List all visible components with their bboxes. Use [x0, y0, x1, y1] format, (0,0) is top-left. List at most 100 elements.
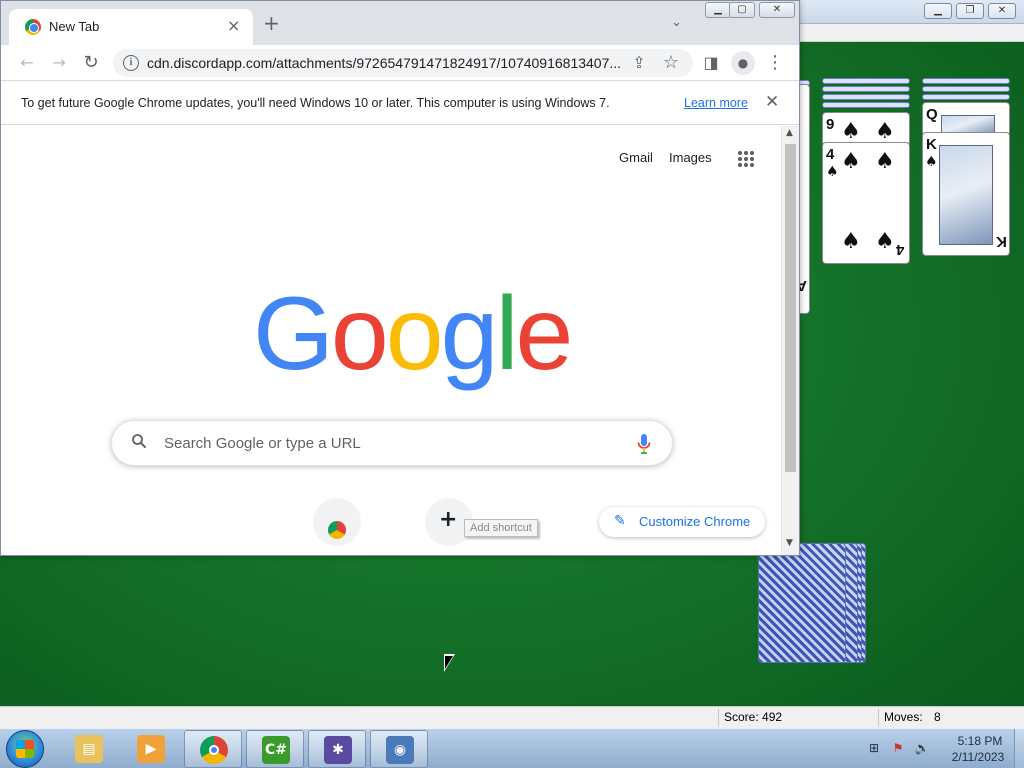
solitaire-titlebar[interactable]: ▁ ❐ ✕ [800, 0, 1024, 24]
plus-icon: + [439, 507, 458, 532]
taskbar-control-panel-button[interactable]: ◉ [370, 730, 428, 768]
add-shortcut-tooltip: Add shortcut [464, 519, 538, 537]
status-divider [718, 709, 719, 727]
reload-button[interactable]: ↻ [79, 51, 103, 75]
update-infobar: To get future Google Chrome updates, you… [1, 81, 799, 125]
show-desktop-button[interactable] [1014, 729, 1024, 768]
minimize-button[interactable]: ▁ [705, 2, 731, 18]
url-text[interactable]: cdn.discordapp.com/attachments/972654791… [147, 55, 621, 71]
google-logo: Google [253, 282, 573, 386]
tab-title: New Tab [49, 19, 100, 34]
king-face-art [939, 145, 993, 245]
windows-taskbar: ▤ ▶ C# ✱ ◉ ⊞ ⚑ 🔈 5:18 PM 2/11/2023 [0, 728, 1024, 768]
scroll-down-arrow-icon[interactable]: ▼ [786, 538, 793, 548]
site-info-icon[interactable]: i [123, 55, 139, 71]
action-center-flag-icon[interactable]: ⚑ [890, 741, 906, 757]
card-rank: 4 [896, 241, 905, 258]
start-button[interactable] [6, 730, 44, 768]
tableau-card-edge[interactable] [822, 78, 910, 84]
clock-date[interactable]: 2/11/2023 [948, 750, 1008, 764]
solitaire-restore-button[interactable]: ❐ [956, 3, 984, 19]
network-icon[interactable]: ⊞ [866, 741, 882, 757]
google-logo-letter: o [385, 276, 444, 392]
forward-button[interactable]: → [47, 51, 71, 75]
side-panel-button[interactable]: ◨ [699, 51, 723, 75]
tableau-card-edge[interactable] [922, 94, 1010, 100]
bookmark-star-button[interactable]: ☆ [659, 51, 683, 75]
google-logo-letter: e [515, 276, 574, 392]
chrome-menu-button[interactable]: ⋮ [763, 51, 787, 75]
taskbar-spider-solitaire-button[interactable]: ✱ [308, 730, 366, 768]
status-divider [878, 709, 879, 727]
tab-strip[interactable]: New Tab × + ⌄ ▁ ▢ ✕ [1, 1, 799, 45]
profile-avatar-button[interactable]: ● [731, 51, 755, 75]
playing-card-four-spades[interactable]: 4 ♠ ♠ ♠ ♠ ♠ 4 [822, 142, 910, 264]
moves-value: 8 [934, 710, 941, 724]
tab-close-button[interactable]: × [227, 16, 240, 35]
solitaire-minimize-button[interactable]: ▁ [924, 3, 952, 19]
spade-icon: ♠ [875, 149, 895, 174]
gmail-link[interactable]: Gmail [619, 150, 653, 165]
close-window-button[interactable]: ✕ [759, 2, 795, 18]
stock-pile[interactable] [758, 543, 846, 663]
taskbar-media-player-button[interactable]: ▶ [122, 730, 180, 768]
score-label: Score: 492 [724, 710, 783, 724]
google-logo-letter: G [253, 276, 334, 392]
clock-time[interactable]: 5:18 PM [952, 734, 1008, 748]
tableau-card-edge[interactable] [822, 94, 910, 100]
solitaire-close-button[interactable]: ✕ [988, 3, 1016, 19]
tableau-card-edge[interactable] [822, 86, 910, 92]
playing-card-king-spades[interactable]: K ♠ K [922, 132, 1010, 256]
google-logo-letter: g [440, 276, 499, 392]
infobar-close-button[interactable]: ✕ [765, 92, 779, 112]
playing-card-queen-spades[interactable]: Q [922, 102, 1010, 136]
solitaire-menubar [800, 24, 1024, 42]
volume-icon[interactable]: 🔈 [914, 741, 930, 757]
google-chrome-icon [200, 736, 228, 764]
spade-icon: ♠ [875, 229, 895, 254]
scrollbar-thumb[interactable] [785, 144, 796, 472]
card-rank: 9 [826, 116, 835, 133]
google-search-box[interactable]: Search Google or type a URL [111, 420, 673, 466]
tab-new-tab[interactable]: New Tab × [9, 9, 253, 45]
playing-card-nine-spades[interactable]: 9 ♠ ♠ [822, 112, 910, 146]
tableau-card-edge[interactable] [922, 78, 1010, 84]
chrome-favicon-icon [25, 19, 41, 35]
spade-icon: ♠ [875, 119, 895, 144]
microphone-icon[interactable] [636, 433, 652, 455]
scroll-up-arrow-icon[interactable]: ▲ [786, 128, 793, 138]
search-icon [132, 434, 146, 448]
spade-icon: ♠ [841, 119, 861, 144]
spider-solitaire-icon: ✱ [324, 736, 352, 764]
images-link[interactable]: Images [669, 150, 712, 165]
windows-explorer-icon: ▤ [75, 735, 103, 763]
shortcut-chrome-webstore[interactable] [313, 498, 361, 546]
share-button[interactable]: ⇪ [627, 51, 651, 75]
customize-chrome-button[interactable]: ✎ Customize Chrome [599, 507, 765, 537]
chrome-window: New Tab × + ⌄ ▁ ▢ ✕ ← → ↻ i cdn.discorda… [0, 0, 800, 556]
google-logo-letter: l [495, 276, 518, 392]
infobar-message: To get future Google Chrome updates, you… [21, 96, 610, 110]
maximize-button[interactable]: ▢ [729, 2, 755, 18]
taskbar-google-chrome-button[interactable] [184, 730, 242, 768]
address-bar[interactable]: i cdn.discordapp.com/attachments/9726547… [113, 49, 693, 77]
search-placeholder[interactable]: Search Google or type a URL [164, 435, 361, 452]
spade-icon: ♠ [826, 164, 839, 180]
new-tab-button[interactable]: + [263, 13, 280, 33]
solitaire-status-bar: Score: 492 Moves: 8 [0, 706, 1024, 728]
tab-search-button[interactable]: ⌄ [671, 15, 682, 30]
taskbar-csharp-editor-button[interactable]: C# [246, 730, 304, 768]
tableau-card-edge[interactable] [922, 86, 1010, 92]
moves-label: Moves: [884, 710, 923, 724]
taskbar-windows-explorer-button[interactable]: ▤ [60, 730, 118, 768]
learn-more-link[interactable]: Learn more [684, 96, 748, 110]
card-rank: Q [926, 106, 938, 123]
back-button[interactable]: ← [15, 51, 39, 75]
windows-logo-icon [16, 740, 34, 758]
mouse-cursor-icon [444, 654, 455, 672]
pencil-icon: ✎ [614, 513, 626, 529]
control-panel-icon: ◉ [386, 736, 414, 764]
google-apps-icon[interactable] [737, 150, 755, 168]
page-scrollbar[interactable]: ▲ ▼ [781, 126, 799, 555]
tableau-card-edge[interactable] [822, 102, 910, 108]
